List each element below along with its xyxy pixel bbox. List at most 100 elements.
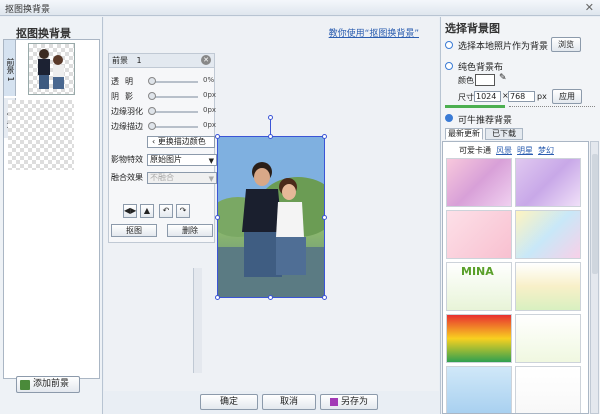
gallery-item[interactable] [515, 262, 581, 311]
rotate-right-icon[interactable]: ↷ [176, 204, 190, 218]
mina-text: MINA [461, 265, 494, 278]
bottom-bar: 确定 取消 另存为 [104, 391, 439, 414]
rotate-left-icon[interactable]: ↶ [159, 204, 173, 218]
change-stroke-color-button[interactable]: ‹ 更换描边颜色 [147, 136, 215, 148]
background-gallery: 可爱卡通 风景 明星 梦幻 MINA [442, 141, 589, 414]
canvas-image[interactable] [215, 115, 327, 300]
left-panel: 抠图换背景 前景 1 背景 添加前景 [0, 17, 103, 414]
gallery-item[interactable] [515, 210, 581, 259]
resize-handle-br[interactable] [322, 295, 327, 300]
close-icon[interactable]: ✕ [201, 55, 211, 65]
resize-handle-bl[interactable] [215, 295, 220, 300]
add-image-icon [20, 380, 30, 390]
width-input[interactable]: 1024 [474, 91, 501, 102]
gallery-scrollbar-thumb[interactable] [592, 154, 598, 274]
unit-label: px [537, 92, 547, 101]
dotted-divider [509, 106, 595, 107]
recommend-label: 可牛推荐背景 [458, 116, 513, 126]
tab-downloaded[interactable]: 已下载 [485, 128, 523, 140]
gallery-item[interactable] [515, 314, 581, 363]
shadow-label: 阴影 [111, 92, 139, 101]
opacity-value: 0% [203, 76, 215, 84]
effect-label: 影物特效 [111, 155, 143, 164]
chevron-down-icon: ▼ [208, 175, 214, 183]
panel-header: 前景 1 ✕ [109, 54, 214, 68]
feather-slider[interactable] [150, 111, 198, 113]
chevron-down-icon: ▼ [208, 157, 214, 165]
flip-vertical-icon[interactable]: ▲ [140, 204, 154, 218]
shadow-slider-handle[interactable] [148, 92, 156, 100]
color-label: 颜色 [458, 76, 474, 85]
local-photo-radio[interactable] [445, 41, 453, 49]
panel-title: 前景 [112, 56, 128, 65]
browse-button[interactable]: 浏览 [551, 37, 581, 52]
effect-select[interactable]: 原始图片 ▼ [147, 154, 217, 166]
feather-value: 0px [203, 106, 217, 114]
resize-handle-tl[interactable] [215, 134, 220, 139]
cancel-button[interactable]: 取消 [262, 394, 316, 410]
add-foreground-button[interactable]: 添加前景 [16, 376, 80, 393]
category-celebrity[interactable]: 明星 [517, 146, 533, 155]
rotate-handle[interactable] [268, 115, 273, 120]
stroke-slider[interactable] [150, 126, 198, 128]
size-label: 尺寸 [458, 93, 474, 102]
height-input[interactable]: 768 [508, 91, 535, 102]
resize-handle-b[interactable] [268, 295, 273, 300]
gallery-item[interactable] [515, 366, 581, 413]
right-panel: 选择背景图 选择本地照片作为背景 浏览 纯色背景布 颜色 ✎ 尺寸 1024 ×… [440, 17, 600, 414]
eyedropper-icon[interactable]: ✎ [499, 73, 507, 83]
background-thumbnail[interactable] [8, 100, 74, 170]
gallery-item[interactable] [446, 210, 512, 259]
blend-select[interactable]: 不融合 ▼ [147, 172, 217, 184]
gallery-item[interactable] [446, 366, 512, 413]
ok-button[interactable]: 确定 [200, 394, 258, 410]
solid-color-radio[interactable] [445, 62, 453, 70]
feather-slider-handle[interactable] [148, 107, 156, 115]
category-scenery[interactable]: 风景 [496, 146, 512, 155]
panel-number: 1 [136, 56, 142, 65]
resize-handle-l[interactable] [215, 215, 220, 220]
gallery-scrollbar[interactable] [590, 141, 599, 414]
opacity-label: 透明 [111, 77, 139, 86]
color-swatch[interactable] [475, 74, 495, 86]
gallery-item[interactable] [446, 314, 512, 363]
stroke-label: 边缘描边 [111, 122, 143, 131]
stroke-value: 0px [203, 121, 217, 129]
foreground-panel: 前景 1 ✕ 透明 0% 阴影 0px 边缘羽化 0px 边缘描边 0px ‹ … [108, 53, 217, 243]
resize-handle-r[interactable] [322, 215, 327, 220]
close-icon[interactable]: ✕ [585, 1, 594, 14]
category-cartoon[interactable]: 可爱卡通 [459, 146, 491, 155]
gallery-item[interactable]: MINA [446, 262, 512, 311]
gallery-item[interactable] [515, 158, 581, 207]
effect-value: 原始图片 [150, 155, 182, 164]
opacity-slider-handle[interactable] [148, 77, 156, 85]
help-link[interactable]: 教你使用“抠图换背景” [329, 26, 419, 39]
layer-list: 前景 1 背景 [3, 39, 100, 379]
gallery-item[interactable] [446, 158, 512, 207]
opacity-slider[interactable] [150, 81, 198, 83]
shadow-slider[interactable] [150, 96, 198, 98]
panel-scrollbar[interactable] [193, 268, 202, 373]
flip-horizontal-icon[interactable]: ◀▶ [123, 204, 137, 218]
resize-handle-t[interactable] [268, 134, 273, 139]
cut-button[interactable]: 抠图 [111, 224, 157, 237]
foreground-thumbnail[interactable] [28, 43, 75, 95]
save-as-label: 另存为 [340, 397, 368, 407]
shadow-value: 0px [203, 91, 217, 99]
category-dream[interactable]: 梦幻 [538, 146, 554, 155]
stroke-slider-handle[interactable] [148, 122, 156, 130]
resize-handle-tr[interactable] [322, 134, 327, 139]
apply-button[interactable]: 应用 [552, 89, 582, 104]
blend-label: 融合效果 [111, 173, 143, 182]
save-as-button[interactable]: 另存为 [320, 394, 378, 410]
feather-label: 边缘羽化 [111, 107, 143, 116]
tab-foreground[interactable]: 前景 1 [4, 40, 16, 96]
change-stroke-color-label: 更换描边颜色 [157, 137, 206, 146]
blend-value: 不融合 [150, 173, 174, 182]
recommend-radio[interactable] [445, 114, 453, 122]
category-bar: 可爱卡通 风景 明星 梦幻 [459, 145, 559, 156]
title-bar: 抠图换背景 ✕ [0, 0, 600, 16]
tab-latest[interactable]: 最新更新 [445, 128, 483, 140]
section-divider [445, 105, 505, 108]
delete-button[interactable]: 删除 [167, 224, 213, 237]
